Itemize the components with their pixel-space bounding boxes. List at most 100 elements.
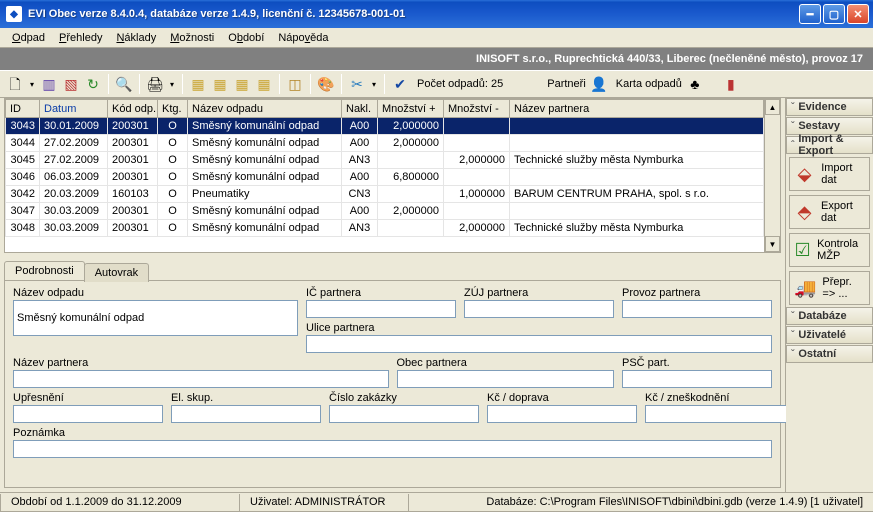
obec-field[interactable] xyxy=(397,370,615,388)
psc-label: PSČ part. xyxy=(622,357,772,369)
search-icon[interactable]: 🔍 xyxy=(115,75,133,93)
tab-podrobnosti[interactable]: Podrobnosti xyxy=(4,261,85,280)
table-row[interactable]: 304220.03.2009160103OPneumatikyCN31,0000… xyxy=(6,186,764,203)
tool5-icon[interactable]: ◫ xyxy=(286,75,304,93)
acc-import-export[interactable]: ˆImport & Export xyxy=(786,136,873,154)
chevron-down-icon: ˇ xyxy=(791,311,794,322)
status-uzivatel: Uživatel: ADMINISTRÁTOR xyxy=(239,494,409,512)
import-dat-button[interactable]: ⬙Import dat xyxy=(789,157,870,191)
data-grid[interactable]: ID Datum Kód odp. Ktg. Název odpadu Nakl… xyxy=(4,98,781,253)
provoz-field[interactable] xyxy=(622,300,772,318)
tool1-icon[interactable]: ▦ xyxy=(189,75,207,93)
menu-naklady[interactable]: Náklady xyxy=(110,30,162,46)
zakazka-label: Číslo zakázky xyxy=(329,392,479,404)
detail-tabs: Podrobnosti Autovrak xyxy=(4,261,781,280)
table-row[interactable]: 304606.03.2009200301OSměsný komunální od… xyxy=(6,169,764,186)
tool4-icon[interactable]: ▦ xyxy=(255,75,273,93)
truck-icon: 🚚 xyxy=(794,276,816,300)
ulice-field[interactable] xyxy=(306,335,772,353)
new-icon[interactable]: 🗋 xyxy=(6,75,24,93)
tool3-icon[interactable]: ▦ xyxy=(233,75,251,93)
ulice-label: Ulice partnera xyxy=(306,322,772,334)
nazev-partnera-label: Název partnera xyxy=(13,357,389,369)
tab-autovrak[interactable]: Autovrak xyxy=(84,263,149,282)
menu-odpad[interactable]: Odpad xyxy=(6,30,51,46)
table-row[interactable]: 304427.02.2009200301OSměsný komunální od… xyxy=(6,135,764,152)
check-box-icon: ☑ xyxy=(794,238,811,262)
print-icon[interactable]: 🖨 xyxy=(146,75,164,93)
scroll-down-icon[interactable]: ▼ xyxy=(765,236,780,252)
acc-databaze[interactable]: ˇDatabáze xyxy=(786,307,873,325)
menu-obdobi[interactable]: Období xyxy=(222,30,270,46)
table-row[interactable]: 304330.01.2009200301OSměsný komunální od… xyxy=(6,118,764,135)
col-kod[interactable]: Kód odp. xyxy=(108,100,158,118)
menubar: Odpad Přehledy Náklady Možnosti Období N… xyxy=(0,28,873,48)
col-ktg[interactable]: Ktg. xyxy=(158,100,188,118)
karta-label: Karta odpadů xyxy=(616,78,682,90)
acc-uzivatele[interactable]: ˇUživatelé xyxy=(786,326,873,344)
check-icon[interactable]: ✔ xyxy=(391,75,409,93)
partneri-label: Partneři xyxy=(547,78,586,90)
side-panel: ˇEvidence ˇSestavy ˆImport & Export ⬙Imp… xyxy=(786,98,873,492)
palette-icon[interactable]: 🎨 xyxy=(317,75,335,93)
detail-panel: Název odpadu IČ partnera ZÚJ partnera Pr… xyxy=(4,280,781,488)
upresneni-field[interactable] xyxy=(13,405,163,423)
col-nakl[interactable]: Nakl. xyxy=(342,100,378,118)
app-icon: ◆ xyxy=(6,6,22,22)
scissors-icon[interactable]: ✂ xyxy=(348,75,366,93)
znesk-field[interactable] xyxy=(645,405,795,423)
zuj-field[interactable] xyxy=(464,300,614,318)
kontrola-button[interactable]: ☑Kontrola MŽP xyxy=(789,233,870,267)
col-mnozminus[interactable]: Množství - xyxy=(444,100,510,118)
grid-header-row: ID Datum Kód odp. Ktg. Název odpadu Nakl… xyxy=(6,100,764,118)
status-db: Databáze: C:\Program Files\INISOFT\dbini… xyxy=(408,494,873,512)
psc-field[interactable] xyxy=(622,370,772,388)
nazev-odpadu-field[interactable] xyxy=(13,300,298,336)
table-row[interactable]: 304527.02.2009200301OSměsný komunální od… xyxy=(6,152,764,169)
close-button[interactable]: ✕ xyxy=(847,4,869,24)
menu-napoveda[interactable]: Nápověda xyxy=(272,30,334,46)
elskup-label: El. skup. xyxy=(171,392,321,404)
tool2-icon[interactable]: ▦ xyxy=(211,75,229,93)
chevron-down-icon: ˇ xyxy=(791,121,794,132)
scroll-up-icon[interactable]: ▲ xyxy=(765,99,780,115)
import-icon: ⬙ xyxy=(794,162,815,186)
status-obdobi: Období od 1.1.2009 do 31.12.2009 xyxy=(0,494,240,512)
menu-prehledy[interactable]: Přehledy xyxy=(53,30,108,46)
prepr-button[interactable]: 🚚Přepr. => ... xyxy=(789,271,870,305)
poznamka-field[interactable] xyxy=(13,440,772,458)
acc-ostatni[interactable]: ˇOstatní xyxy=(786,345,873,363)
zakazka-field[interactable] xyxy=(329,405,479,423)
grid-scrollbar[interactable]: ▲ ▼ xyxy=(764,99,780,252)
col-partner[interactable]: Název partnera xyxy=(510,100,764,118)
org-banner: INISOFT s.r.o., Ruprechtická 440/33, Lib… xyxy=(0,48,873,70)
menu-moznosti[interactable]: Možnosti xyxy=(164,30,220,46)
scissors-dropdown-icon[interactable]: ▾ xyxy=(370,75,378,93)
acc-evidence[interactable]: ˇEvidence xyxy=(786,98,873,116)
titlebar: ◆ EVI Obec verze 8.4.0.4, databáze verze… xyxy=(0,0,873,28)
col-nazev[interactable]: Název odpadu xyxy=(188,100,342,118)
table-row[interactable]: 304830.03.2009200301OSměsný komunální od… xyxy=(6,220,764,237)
chevron-down-icon: ˇ xyxy=(791,330,794,341)
provoz-label: Provoz partnera xyxy=(622,287,772,299)
partneri-icon[interactable]: 👤 xyxy=(590,75,608,93)
table-row[interactable]: 304730.03.2009200301OSměsný komunální od… xyxy=(6,203,764,220)
col-datum[interactable]: Datum xyxy=(40,100,108,118)
minimize-button[interactable]: ━ xyxy=(799,4,821,24)
dropdown-icon[interactable]: ▾ xyxy=(28,75,36,93)
maximize-button[interactable]: ▢ xyxy=(823,4,845,24)
delete-icon[interactable]: ▧ xyxy=(62,75,80,93)
col-mnozplus[interactable]: Množství + xyxy=(378,100,444,118)
karta-icon[interactable]: ♣ xyxy=(686,75,704,93)
edit-icon[interactable]: ▥ xyxy=(40,75,58,93)
nazev-odpadu-label: Název odpadu xyxy=(13,287,298,299)
elskup-field[interactable] xyxy=(171,405,321,423)
col-id[interactable]: ID xyxy=(6,100,40,118)
ic-field[interactable] xyxy=(306,300,456,318)
nazev-partnera-field[interactable] xyxy=(13,370,389,388)
export-dat-button[interactable]: ⬘Export dat xyxy=(789,195,870,229)
device-icon[interactable]: ▮ xyxy=(722,75,740,93)
refresh-icon[interactable]: ↻ xyxy=(84,75,102,93)
doprava-field[interactable] xyxy=(487,405,637,423)
print-dropdown-icon[interactable]: ▾ xyxy=(168,75,176,93)
